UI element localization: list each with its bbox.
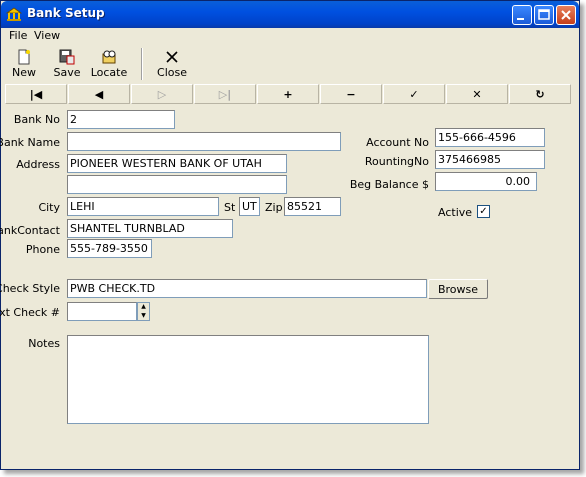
minimize-button[interactable] (512, 5, 532, 25)
close-window-button[interactable] (556, 5, 576, 25)
window-title: Bank Setup (27, 6, 105, 20)
menu-bar: File View (1, 28, 579, 44)
delete-record-button[interactable]: − (320, 84, 382, 104)
address-label: Address (16, 158, 60, 171)
last-record-button[interactable]: ▷| (194, 84, 256, 104)
bank-contact-label: BankContact (0, 224, 60, 237)
routing-no-label: RountingNo (364, 155, 429, 168)
insert-record-button[interactable]: + (257, 84, 319, 104)
toolbar-separator (141, 48, 143, 80)
beg-balance-label: Beg Balance $ (349, 178, 429, 191)
bank-contact-field[interactable]: SHANTEL TURNBLAD (67, 219, 233, 238)
account-no-field[interactable]: 155-666-4596 (435, 128, 545, 147)
phone-field[interactable]: 555-789-3550 (67, 239, 152, 258)
prior-record-button[interactable]: ◀ (68, 84, 130, 104)
maximize-icon (538, 9, 550, 20)
phone-label: Phone (25, 243, 60, 256)
menu-view[interactable]: View (34, 29, 60, 42)
title-bar[interactable]: Bank Setup (1, 1, 579, 28)
bank-no-field[interactable]: 2 (67, 110, 175, 129)
new-button[interactable]: New (5, 45, 43, 83)
active-label: Active (438, 206, 473, 219)
city-field[interactable]: LEHI (67, 197, 219, 216)
bank-name-field[interactable] (67, 132, 341, 151)
browse-button[interactable]: Browse (428, 279, 488, 299)
state-field[interactable]: UT (239, 197, 260, 216)
next-record-button[interactable]: ▷ (131, 84, 193, 104)
zip-label: Zip (265, 201, 283, 214)
maximize-button[interactable] (534, 5, 554, 25)
spin-down-icon[interactable]: ▼ (138, 312, 149, 320)
beg-balance-field[interactable]: 0.00 (435, 172, 537, 191)
next-check-spinner[interactable]: ▲ ▼ (137, 302, 150, 321)
next-check-field[interactable] (67, 302, 137, 321)
bank-setup-window: Bank Setup File View New Save Locate Clo… (0, 0, 580, 470)
spin-up-icon[interactable]: ▲ (138, 303, 149, 311)
minimize-icon (517, 18, 524, 20)
address-line1-field[interactable]: PIONEER WESTERN BANK OF UTAH (67, 154, 287, 173)
notes-label: Notes (28, 337, 60, 350)
close-x-icon (166, 51, 178, 63)
check-style-label: Check Style (0, 282, 60, 295)
notes-textarea[interactable] (67, 335, 429, 424)
locate-icon (102, 50, 116, 64)
zip-field[interactable]: 85521 (284, 197, 341, 216)
toolbar: New Save Locate Close (1, 45, 579, 83)
address-line2-field[interactable] (67, 175, 287, 194)
record-navigator: |◀ ◀ ▷ ▷| + − ✓ ✕ ↻ (5, 84, 575, 104)
city-label: City (38, 201, 60, 214)
post-edit-button[interactable]: ✓ (383, 84, 445, 104)
bank-name-label: Bank Name (0, 136, 60, 149)
refresh-button[interactable]: ↻ (509, 84, 571, 104)
active-checkbox[interactable]: ✓ (477, 205, 490, 218)
save-icon (59, 49, 75, 65)
first-record-button[interactable]: |◀ (5, 84, 67, 104)
next-check-label: Next Check # (0, 306, 60, 319)
menu-file[interactable]: File (9, 29, 27, 42)
save-button[interactable]: Save (48, 45, 86, 83)
close-icon (561, 10, 571, 20)
state-label: St (224, 201, 236, 214)
new-document-icon (18, 49, 30, 65)
locate-button[interactable]: Locate (90, 45, 128, 83)
bank-no-label: Bank No (13, 113, 60, 126)
routing-no-field[interactable]: 375466985 (435, 150, 545, 169)
cancel-edit-button[interactable]: ✕ (446, 84, 508, 104)
account-no-label: Account No (366, 136, 429, 149)
bank-icon (6, 7, 22, 21)
close-button[interactable]: Close (153, 45, 191, 83)
check-style-field[interactable]: PWB CHECK.TD (67, 279, 427, 298)
